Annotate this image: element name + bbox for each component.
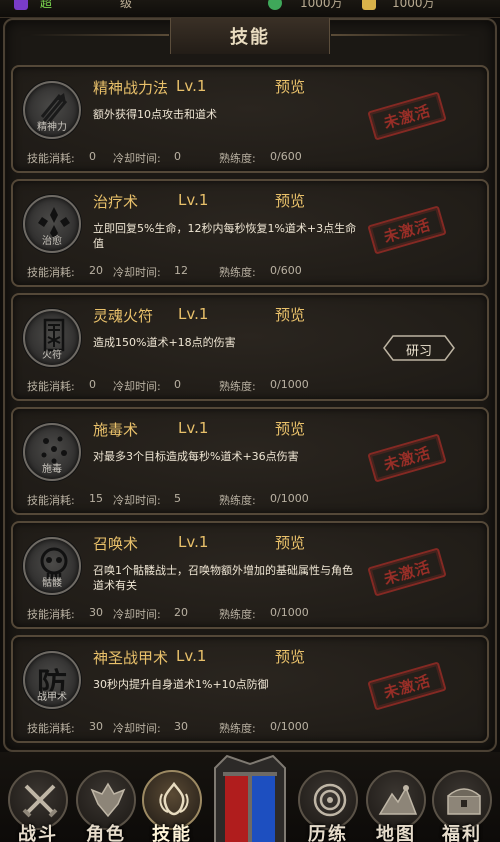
inactive-stamp: 未激活 — [367, 91, 447, 141]
skill-stats: 技能消耗: 20 冷却时间: 12 熟练度: 0/600 — [27, 264, 302, 279]
research-button[interactable]: 研习 — [383, 335, 455, 361]
purple-gem-icon — [14, 0, 28, 10]
spiral-trial-icon — [313, 783, 347, 817]
skill-level: Lv.1 — [178, 533, 209, 551]
helmet-icon — [90, 782, 126, 818]
soul-talisman-icon: 火符 — [23, 309, 81, 367]
panel-title: 技能 — [230, 27, 270, 48]
coin-icon — [268, 0, 282, 10]
skill-description: 30秒内提升自身道术1%+10点防御 — [93, 678, 269, 691]
skill-level: Lv.1 — [178, 191, 209, 209]
nav-character[interactable]: 角色 — [76, 770, 136, 842]
nav-welfare[interactable]: 福利 — [432, 770, 492, 842]
preview-link[interactable]: 预览 — [275, 532, 305, 553]
status-green-text: 超 — [40, 0, 53, 10]
skill-card-1[interactable]: 治愈 治疗术 Lv.1 预览 立即回复5%生命，12秒内每秒恢复1%道术+3点生… — [11, 179, 489, 287]
nav-skills[interactable]: 技能 — [142, 770, 202, 842]
skill-level: Lv.1 — [176, 77, 207, 95]
preview-link[interactable]: 预览 — [275, 190, 305, 211]
top-status-bar: 超 级 1000万 1000万 — [0, 0, 500, 18]
crossed-swords-icon — [22, 784, 58, 818]
skill-description: 额外获得10点攻击和道术 — [93, 108, 217, 121]
skill-level: Lv.1 — [178, 305, 209, 323]
skill-stats: 技能消耗: 30 冷却时间: 30 熟练度: 0/1000 — [27, 720, 309, 735]
skill-level: Lv.1 — [178, 419, 209, 437]
skill-name: 灵魂火符 — [93, 307, 154, 325]
skill-stats: 技能消耗: 0 冷却时间: 0 熟练度: 0/1000 — [27, 378, 309, 393]
bottom-nav: 战斗 角色 技能 历练 地图 福利 — [0, 752, 500, 842]
nav-map[interactable]: 地图 — [366, 770, 426, 842]
skill-name: 精神战力法 — [93, 79, 169, 97]
center-gate-ornament — [207, 754, 293, 842]
skill-description: 立即回复5%生命，12秒内每秒恢复1%道术+3点生命值 — [93, 222, 357, 250]
panel-title-bar: 技能 — [29, 18, 330, 54]
poison-icon: 施毒 — [23, 423, 81, 481]
heal-icon: 治愈 — [23, 195, 81, 253]
preview-link[interactable]: 预览 — [275, 646, 305, 667]
skill-description: 对最多3个目标造成每秒%道术+36点伤害 — [93, 450, 299, 463]
mountain-map-icon — [378, 785, 418, 815]
inactive-stamp: 未激活 — [367, 661, 447, 711]
skill-stats: 技能消耗: 15 冷却时间: 5 熟练度: 0/1000 — [27, 492, 309, 507]
ingot-icon — [362, 0, 376, 10]
skill-card-0[interactable]: 精神力 精神战力法 Lv.1 预览 额外获得10点攻击和道术 未激活 技能消耗:… — [11, 65, 489, 173]
skill-card-4[interactable]: 骷髅 召唤术 Lv.1 预览 召唤1个骷髅战士，召唤物额外增加的基础属性与角色道… — [11, 521, 489, 629]
skill-name: 召唤术 — [93, 535, 139, 553]
treasure-chest-icon — [447, 788, 481, 815]
inactive-stamp: 未激活 — [367, 547, 447, 597]
preview-link[interactable]: 预览 — [275, 76, 305, 97]
nav-battle[interactable]: 战斗 — [8, 770, 68, 842]
flame-skill-icon — [159, 781, 189, 816]
status-level-text: 级 — [120, 0, 133, 10]
preview-link[interactable]: 预览 — [275, 304, 305, 325]
currency-a: 1000万 — [300, 0, 343, 10]
skill-name: 施毒术 — [93, 421, 139, 439]
skill-stats: 技能消耗: 30 冷却时间: 20 熟练度: 0/1000 — [27, 606, 309, 621]
skill-card-5[interactable]: 防 战甲术 神圣战甲术 Lv.1 预览 30秒内提升自身道术1%+10点防御 未… — [11, 635, 489, 743]
preview-link[interactable]: 预览 — [275, 418, 305, 439]
nav-trial[interactable]: 历练 — [298, 770, 358, 842]
inactive-stamp: 未激活 — [367, 205, 447, 255]
skill-description: 召唤1个骷髅战士，召唤物额外增加的基础属性与角色道术有关 — [93, 564, 353, 592]
skill-stats: 技能消耗: 0 冷却时间: 0 熟练度: 0/600 — [27, 150, 302, 165]
skill-level: Lv.1 — [176, 647, 207, 665]
skill-description: 造成150%道术+18点的伤害 — [93, 336, 236, 349]
currency-b: 1000万 — [392, 0, 435, 10]
inactive-stamp: 未激活 — [367, 433, 447, 483]
holy-armor-icon: 防 战甲术 — [23, 651, 81, 709]
skill-card-2[interactable]: 火符 灵魂火符 Lv.1 预览 造成150%道术+18点的伤害 研习 技能消耗:… — [11, 293, 489, 401]
skull-summon-icon: 骷髅 — [23, 537, 81, 595]
skill-name: 神圣战甲术 — [93, 649, 169, 667]
skill-name: 治疗术 — [93, 193, 139, 211]
skill-card-3[interactable]: 施毒 施毒术 Lv.1 预览 对最多3个目标造成每秒%道术+36点伤害 未激活 … — [11, 407, 489, 515]
spirit-power-icon: 精神力 — [23, 81, 81, 139]
